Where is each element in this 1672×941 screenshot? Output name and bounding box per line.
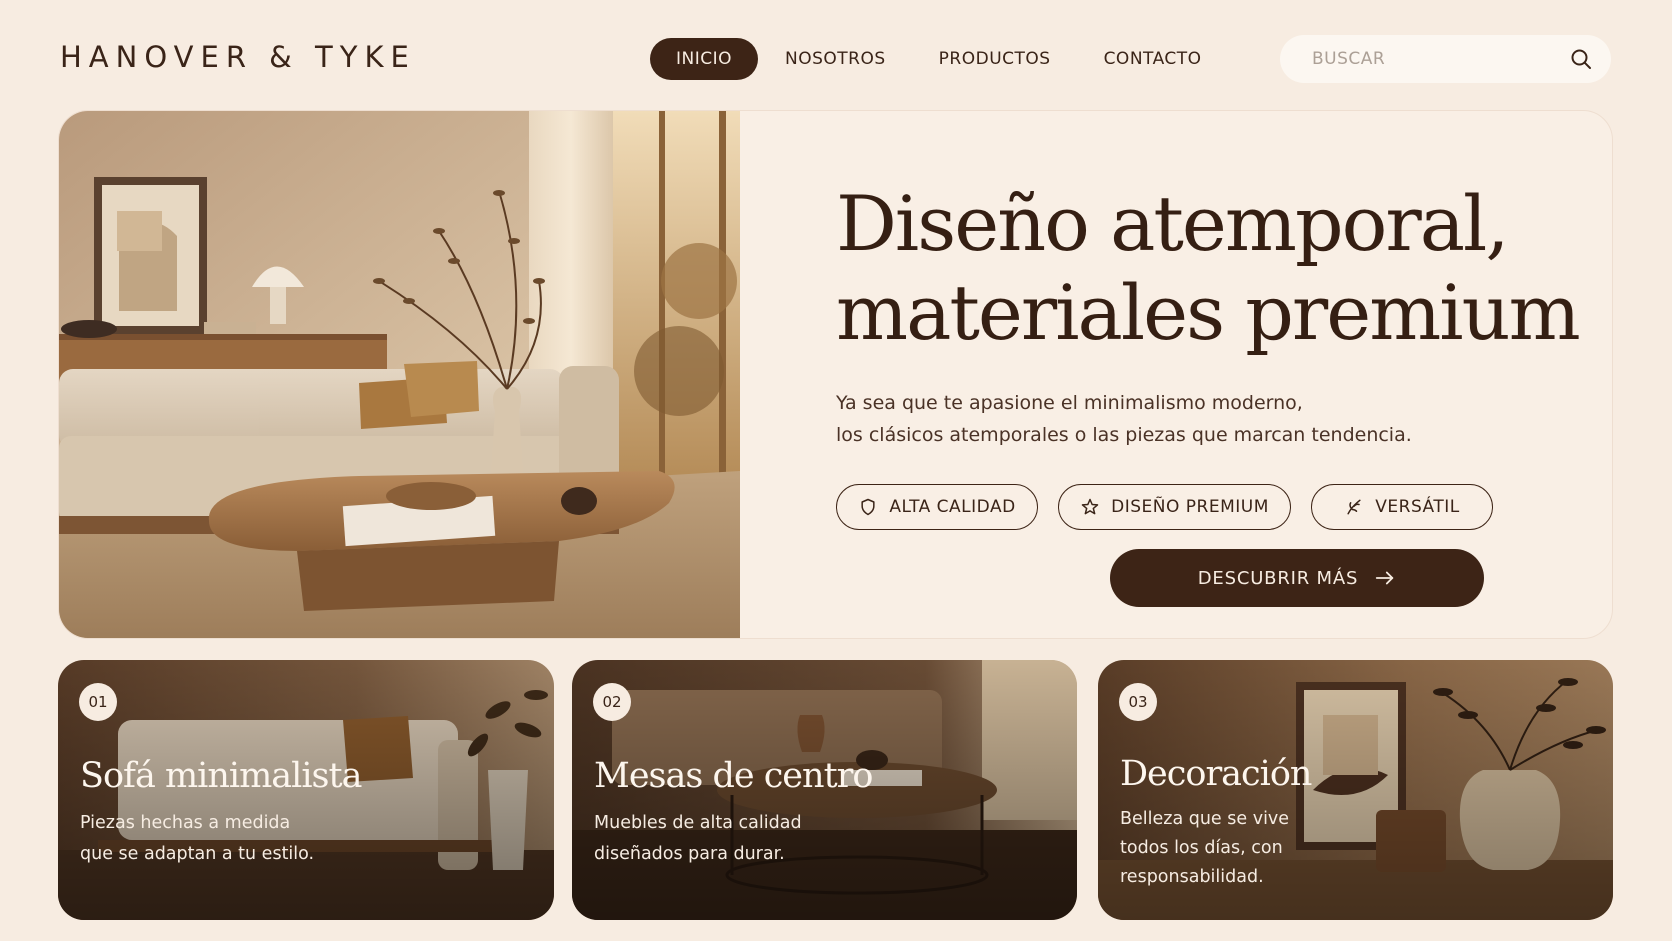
category-card-mesas[interactable]: 02 Mesas de centro Muebles de alta calid… — [572, 660, 1077, 920]
brand-logo[interactable]: HANOVER & TYKE — [60, 40, 416, 74]
feature-pill-versatil[interactable]: VERSÁTIL — [1311, 484, 1493, 530]
card-number-badge: 01 — [79, 683, 117, 721]
hero-subtitle-line1: Ya sea que te apasione el minimalismo mo… — [836, 392, 1303, 414]
card-description-line3: responsabilidad. — [1120, 867, 1264, 887]
nav-item-inicio[interactable]: INICIO — [650, 38, 759, 80]
search-bar — [1280, 35, 1611, 83]
card-number-badge: 02 — [593, 683, 631, 721]
hero-title: Diseño atemporal, materiales premium — [836, 179, 1596, 357]
feature-pill-label: DISEÑO PREMIUM — [1111, 497, 1269, 517]
hero-title-line2: materiales premium — [836, 268, 1581, 357]
hero-living-room-image — [59, 111, 740, 638]
discover-more-button[interactable]: DESCUBRIR MÁS — [1110, 549, 1484, 607]
hero-title-line1: Diseño atemporal, — [836, 179, 1509, 268]
card-description-line1: Muebles de alta calidad — [594, 813, 802, 833]
hero-subtitle-line2: los clásicos atemporales o las piezas qu… — [836, 424, 1412, 446]
card-description-line1: Belleza que se vive — [1120, 809, 1290, 829]
feature-pill-alta-calidad[interactable]: ALTA CALIDAD — [836, 484, 1038, 530]
hero-subtitle: Ya sea que te apasione el minimalismo mo… — [836, 387, 1456, 451]
card-description: Muebles de alta calidad diseñados para d… — [594, 808, 864, 870]
main-nav: INICIO NOSOTROS PRODUCTOS CONTACTO — [650, 38, 1229, 80]
feature-pills: ALTA CALIDAD DISEÑO PREMIUM VERSÁTIL — [836, 484, 1596, 530]
search-input[interactable] — [1312, 49, 1569, 69]
card-description-line2: todos los días, con — [1120, 838, 1283, 858]
category-card-sofa[interactable]: 01 Sofá minimalista Piezas hechas a medi… — [58, 660, 554, 920]
star-icon — [1081, 498, 1099, 515]
nav-item-contacto[interactable]: CONTACTO — [1078, 38, 1228, 80]
feature-pill-diseno-premium[interactable]: DISEÑO PREMIUM — [1058, 484, 1291, 530]
category-card-decoracion[interactable]: 03 Decoración Belleza que se vive todos … — [1098, 660, 1613, 920]
arrow-right-icon — [1376, 571, 1394, 585]
nav-item-nosotros[interactable]: NOSOTROS — [759, 38, 912, 80]
shield-icon — [861, 498, 875, 516]
leaf-icon — [1347, 499, 1361, 515]
card-title: Decoración — [1120, 754, 1312, 794]
hero-section: Diseño atemporal, materiales premium Ya … — [58, 110, 1613, 639]
card-description-line2: diseñados para durar. — [594, 844, 785, 864]
card-description-line1: Piezas hechas a medida — [80, 813, 291, 833]
hero-content: Diseño atemporal, materiales premium Ya … — [836, 179, 1596, 530]
card-description: Belleza que se vive todos los días, con … — [1120, 805, 1360, 892]
discover-more-label: DESCUBRIR MÁS — [1197, 567, 1359, 589]
card-title: Mesas de centro — [594, 756, 873, 796]
card-description-line2: que se adaptan a tu estilo. — [80, 844, 315, 864]
feature-pill-label: ALTA CALIDAD — [889, 497, 1016, 517]
card-number-badge: 03 — [1119, 683, 1157, 721]
nav-item-productos[interactable]: PRODUCTOS — [913, 38, 1077, 80]
card-title: Sofá minimalista — [80, 756, 362, 796]
search-icon[interactable] — [1569, 47, 1593, 71]
card-description: Piezas hechas a medida que se adaptan a … — [80, 808, 350, 870]
feature-pill-label: VERSÁTIL — [1375, 497, 1460, 517]
